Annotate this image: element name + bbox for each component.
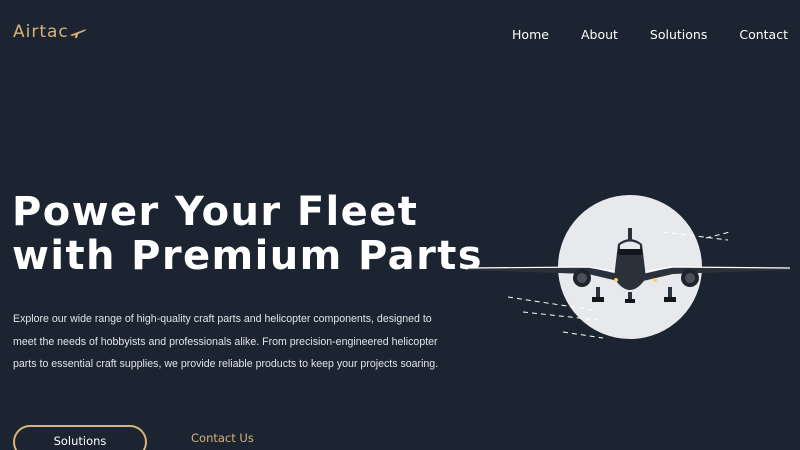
nav-home[interactable]: Home (512, 27, 549, 42)
hero-description: Explore our wide range of high-quality c… (13, 313, 439, 370)
solutions-button[interactable]: Solutions (13, 425, 147, 450)
airplane-icon (69, 29, 86, 38)
contact-us-link[interactable]: Contact Us (191, 431, 254, 445)
headline-line-2: with Premium Parts (12, 233, 483, 279)
nav-solutions[interactable]: Solutions (650, 27, 707, 42)
nav-about[interactable]: About (581, 27, 618, 42)
airplane-front-view-image (468, 195, 790, 339)
brand-logo[interactable]: Airtac (13, 22, 87, 42)
hero-headline: Power Your Fleet with Premium Parts (12, 190, 483, 278)
nav-contact[interactable]: Contact (739, 27, 788, 42)
headline-line-1: Power Your Fleet (12, 189, 419, 235)
main-nav: Home About Solutions Contact (480, 27, 788, 42)
brand-name: Airtac (13, 22, 69, 42)
